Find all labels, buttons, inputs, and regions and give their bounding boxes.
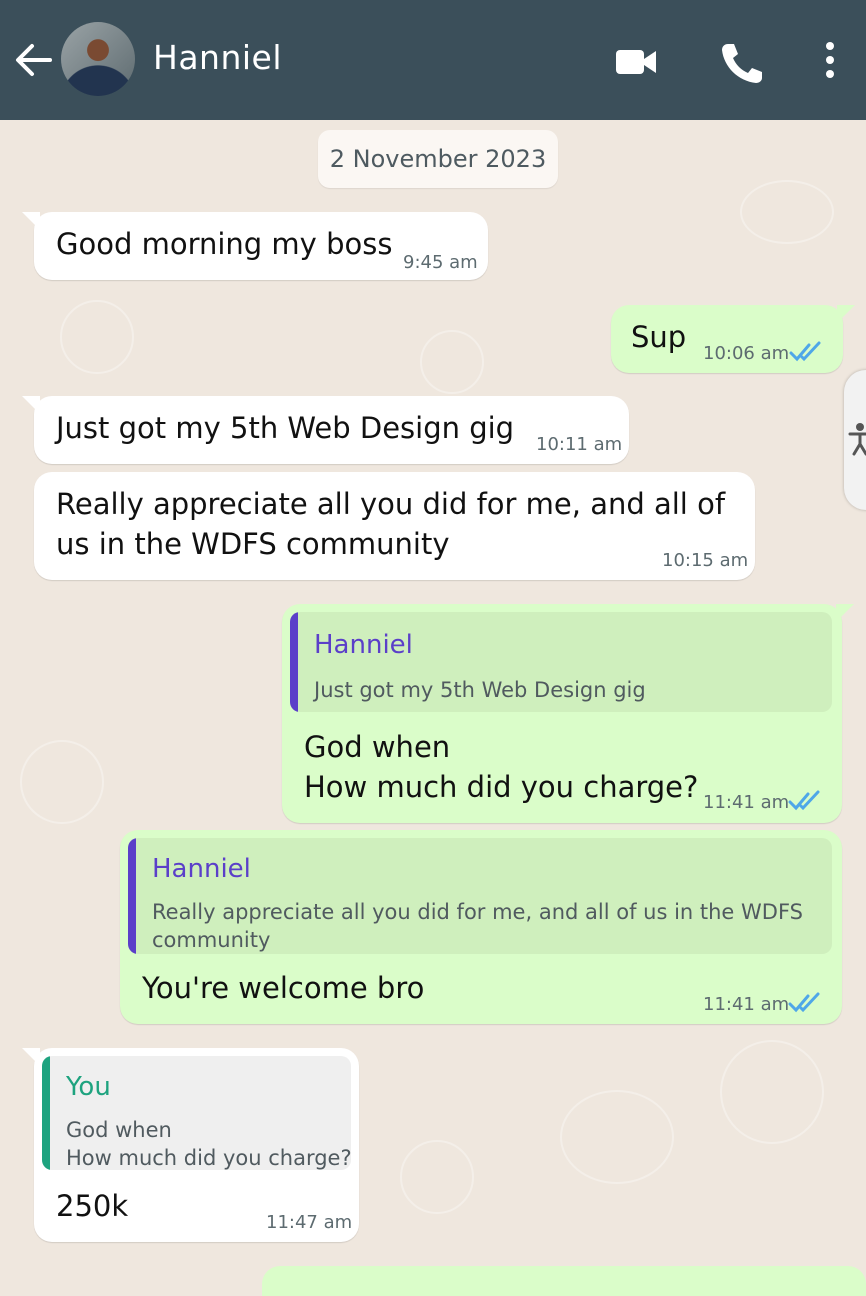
- message-bubble-outgoing-partial[interactable]: [262, 1266, 866, 1296]
- quote-text-line: Really appreciate all you did for me, an…: [152, 900, 803, 924]
- wallpaper-doodle: [60, 300, 134, 374]
- message-bubble-outgoing[interactable]: Hanniel Just got my 5th Web Design gig G…: [282, 604, 854, 823]
- back-arrow-icon[interactable]: [14, 40, 54, 80]
- message-bubble-incoming[interactable]: You God when How much did you charge? 25…: [22, 1048, 359, 1242]
- quoted-message[interactable]: Hanniel Just got my 5th Web Design gig: [290, 612, 832, 712]
- message-text: Good morning my boss: [56, 227, 393, 261]
- message-text: 250k: [56, 1189, 129, 1223]
- message-bubble-incoming[interactable]: Really appreciate all you did for me, an…: [34, 472, 755, 580]
- quote-bar: [128, 838, 136, 954]
- wallpaper-doodle: [420, 330, 484, 394]
- message-text: You're welcome bro: [142, 971, 425, 1005]
- quote-text: Just got my 5th Web Design gig: [314, 678, 646, 702]
- wallpaper-doodle: [400, 1140, 474, 1214]
- read-receipt-icon: [789, 341, 821, 362]
- quote-text-line: God when: [66, 1118, 172, 1142]
- chat-header: Hanniel: [0, 0, 866, 120]
- read-receipt-icon: [788, 992, 820, 1013]
- quote-author: You: [66, 1072, 111, 1102]
- quote-text-line: community: [152, 928, 271, 952]
- message-bubble-incoming[interactable]: Just got my 5th Web Design gig 10:11 am: [22, 396, 629, 464]
- message-time: 11:41 am: [703, 994, 790, 1015]
- accessibility-menu-tab[interactable]: [844, 370, 866, 510]
- quoted-message[interactable]: Hanniel Really appreciate all you did fo…: [128, 838, 832, 954]
- message-text-line: us in the WDFS community: [56, 527, 450, 561]
- message-time: 11:47 am: [266, 1212, 353, 1233]
- message-bubble-incoming[interactable]: Good morning my boss 9:45 am: [22, 212, 488, 280]
- contact-name[interactable]: Hanniel: [153, 38, 282, 77]
- wallpaper-doodle: [560, 1090, 674, 1184]
- message-time: 10:06 am: [703, 343, 790, 364]
- message-text-line: How much did you charge?: [304, 770, 699, 804]
- contact-avatar[interactable]: [61, 22, 135, 96]
- wallpaper-doodle: [720, 1040, 824, 1144]
- message-time: 9:45 am: [403, 252, 478, 273]
- read-receipt-icon: [788, 790, 820, 811]
- quote-bar: [42, 1056, 50, 1170]
- quote-bar: [290, 612, 298, 712]
- quoted-message[interactable]: You God when How much did you charge?: [42, 1056, 351, 1170]
- more-options-icon[interactable]: [812, 40, 848, 84]
- message-text: Just got my 5th Web Design gig: [56, 411, 515, 445]
- message-text-line: God when: [304, 730, 451, 764]
- wallpaper-doodle: [740, 180, 834, 244]
- quote-text-line: How much did you charge?: [66, 1146, 351, 1170]
- wallpaper-doodle: [20, 740, 104, 824]
- quote-author: Hanniel: [152, 854, 251, 884]
- message-time: 10:11 am: [536, 434, 623, 455]
- message-bubble-outgoing[interactable]: Sup 10:06 am: [611, 305, 855, 373]
- accessibility-icon: [848, 423, 866, 456]
- message-bubble-outgoing[interactable]: Hanniel Really appreciate all you did fo…: [120, 830, 842, 1024]
- message-text: Sup: [631, 320, 687, 354]
- message-time: 11:41 am: [703, 792, 790, 813]
- video-call-icon[interactable]: [612, 40, 660, 84]
- quote-author: Hanniel: [314, 630, 413, 660]
- message-text-line: Really appreciate all you did for me, an…: [56, 487, 726, 521]
- phone-icon[interactable]: [716, 40, 764, 84]
- message-time: 10:15 am: [662, 550, 749, 571]
- date-separator: 2 November 2023: [318, 130, 558, 188]
